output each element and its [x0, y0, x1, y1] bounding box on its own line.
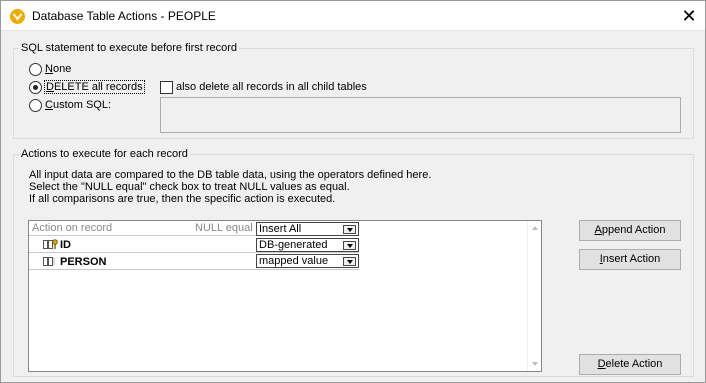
title-bar: Database Table Actions - PEOPLE ✕ — [1, 1, 705, 31]
radio-custom-sql[interactable]: Custom SQL: — [29, 98, 111, 112]
help-line: Select the "NULL equal" check box to tre… — [29, 181, 350, 193]
row-label-person: PERSON — [60, 256, 107, 268]
child-tables-checkbox-row[interactable]: also delete all records in all child tab… — [160, 80, 367, 94]
append-action-button[interactable]: Append Action — [579, 220, 681, 241]
person-value-select[interactable]: mapped value — [256, 254, 359, 268]
radio-delete-all-label[interactable]: DELETE all records — [44, 80, 145, 94]
action-type-select[interactable]: Insert All — [256, 222, 359, 236]
id-value-select[interactable]: DB-generated — [256, 238, 359, 252]
insert-action-button[interactable]: Insert Action — [579, 249, 681, 270]
radio-custom-sql-label[interactable]: Custom SQL: — [45, 99, 111, 111]
altova-app-icon — [10, 9, 25, 24]
radio-none[interactable]: None — [29, 62, 71, 76]
close-button[interactable]: ✕ — [673, 1, 705, 31]
help-line: If all comparisons are true, then the sp… — [29, 193, 336, 205]
header-action-on-record: Action on record — [32, 222, 113, 234]
actions-help-text: All input data are compared to the DB ta… — [29, 169, 431, 205]
key-column-icon — [43, 239, 59, 253]
close-icon[interactable]: ✕ — [681, 6, 696, 26]
child-tables-checkbox[interactable] — [160, 80, 173, 94]
sql-statement-legend: SQL statement to execute before first re… — [19, 42, 240, 54]
header-null-equal: NULL equal — [195, 222, 253, 234]
radio-delete-all-circle[interactable] — [29, 80, 42, 94]
action-type-value: Insert All — [259, 223, 302, 235]
actions-legend: Actions to execute for each record — [19, 148, 190, 160]
id-value: DB-generated — [259, 239, 328, 251]
custom-sql-textarea[interactable] — [160, 97, 681, 133]
chevron-down-icon[interactable] — [343, 225, 356, 234]
grid-vertical-scrollbar[interactable] — [527, 221, 541, 371]
scroll-down-icon[interactable] — [532, 362, 538, 366]
chevron-down-icon[interactable] — [343, 257, 356, 266]
radio-none-circle[interactable] — [29, 62, 42, 76]
delete-action-button[interactable]: Delete Action — [579, 354, 681, 375]
chevron-down-icon[interactable] — [343, 241, 356, 250]
window-title: Database Table Actions - PEOPLE — [32, 9, 216, 23]
actions-grid[interactable]: Action on record NULL equal Insert All I… — [28, 220, 542, 372]
radio-custom-sql-circle[interactable] — [29, 98, 42, 112]
person-value: mapped value — [259, 255, 329, 267]
child-tables-checkbox-label[interactable]: also delete all records in all child tab… — [176, 81, 367, 93]
row-label-id: ID — [60, 239, 71, 251]
help-line: All input data are compared to the DB ta… — [29, 169, 432, 181]
dialog-window: Database Table Actions - PEOPLE ✕ SQL st… — [0, 0, 706, 383]
radio-none-label[interactable]: None — [45, 63, 71, 75]
column-icon — [43, 256, 59, 270]
radio-delete-all[interactable]: DELETE all records — [29, 80, 145, 94]
scroll-up-icon[interactable] — [532, 226, 538, 230]
